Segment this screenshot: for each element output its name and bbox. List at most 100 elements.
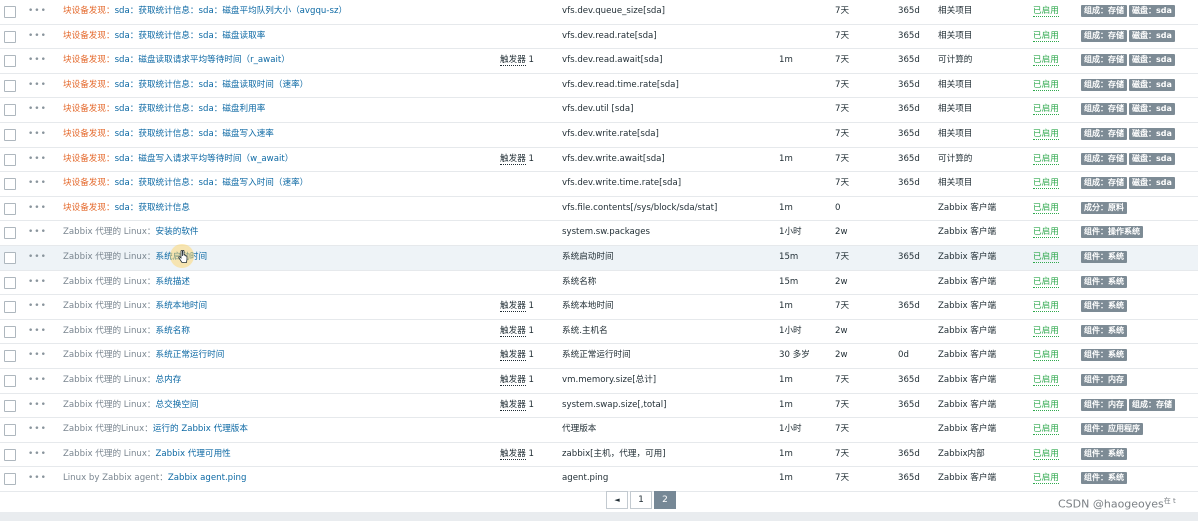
row-checkbox[interactable] [4,55,16,68]
item-name-link[interactable]: sda：获取统计信息：sda：磁盘写入速率 [115,129,274,139]
item-parent-link[interactable]: 块设备发现： [63,129,115,139]
row-checkbox[interactable] [4,251,16,264]
status-toggle-link[interactable]: 已启用 [1033,424,1059,436]
item-parent-link[interactable]: 块设备发现： [63,31,115,41]
tag-badge[interactable]: 组成：存储 [1129,398,1175,411]
status-toggle-link[interactable]: 已启用 [1033,55,1059,67]
triggers-link[interactable]: 触发器 [500,55,526,67]
tag-badge[interactable]: 磁盘：sda [1129,5,1175,17]
row-checkbox[interactable] [4,448,16,461]
tag-badge[interactable]: 磁盘：sda [1129,103,1175,116]
row-checkbox[interactable] [4,399,16,412]
status-toggle-link[interactable]: 已启用 [1033,202,1059,214]
item-name-link[interactable]: sda：获取统计信息 [115,203,190,213]
item-name-link[interactable]: sda：获取统计信息：sda：磁盘写入时间（速率） [115,178,309,188]
item-parent-link[interactable]: Zabbix 代理的 Linux： [63,449,156,459]
row-menu-button[interactable]: ••• [28,0,47,24]
row-menu-button[interactable]: ••• [28,320,47,344]
triggers-link[interactable]: 触发器 [500,325,526,337]
row-checkbox[interactable] [4,202,16,215]
item-name-link[interactable]: 系统本地时间 [156,301,208,311]
status-toggle-link[interactable]: 已启用 [1033,399,1059,411]
status-toggle-link[interactable]: 已启用 [1033,251,1059,263]
tag-badge[interactable]: 磁盘：sda [1129,78,1175,91]
tag-badge[interactable]: 成分：原料 [1081,201,1127,214]
tag-badge[interactable]: 组件：系统 [1081,472,1127,485]
item-parent-link[interactable]: Zabbix 代理的 Linux： [63,326,156,336]
status-toggle-link[interactable]: 已启用 [1033,6,1059,17]
status-toggle-link[interactable]: 已启用 [1033,448,1059,460]
item-parent-link[interactable]: 块设备发现： [63,55,115,65]
tag-badge[interactable]: 磁盘：sda [1129,177,1175,190]
row-checkbox[interactable] [4,374,16,387]
tag-badge[interactable]: 组成：存储 [1081,54,1127,67]
item-parent-link[interactable]: Zabbix 代理的 Linux： [63,277,156,287]
row-checkbox[interactable] [4,30,16,43]
row-menu-button[interactable]: ••• [28,295,47,319]
status-toggle-link[interactable]: 已启用 [1033,350,1059,362]
row-checkbox[interactable] [4,276,16,289]
row-checkbox[interactable] [4,104,16,117]
item-name-link[interactable]: sda：获取统计信息：sda：磁盘利用率 [115,104,266,114]
item-parent-link[interactable]: 块设备发现： [63,203,115,213]
item-name-link[interactable]: 总内存 [156,375,182,385]
item-parent-link[interactable]: Zabbix 代理的 Linux： [63,252,156,262]
status-toggle-link[interactable]: 已启用 [1033,153,1059,165]
status-toggle-link[interactable]: 已启用 [1033,128,1059,140]
tag-badge[interactable]: 组件：内存 [1081,398,1127,411]
status-toggle-link[interactable]: 已启用 [1033,374,1059,386]
row-menu-button[interactable]: ••• [28,271,47,295]
triggers-link[interactable]: 触发器 [500,301,526,313]
tag-badge[interactable]: 组成：存储 [1081,5,1127,17]
item-parent-link[interactable]: 块设备发现： [63,80,115,90]
status-toggle-link[interactable]: 已启用 [1033,30,1059,42]
page-2-button[interactable]: 2 [654,491,676,509]
tag-badge[interactable]: 组成：存储 [1081,103,1127,116]
row-menu-button[interactable]: ••• [28,221,47,245]
row-menu-button[interactable]: ••• [28,369,47,393]
row-menu-button[interactable]: ••• [28,123,47,147]
item-parent-link[interactable]: Zabbix 代理的 Linux： [63,400,156,410]
tag-badge[interactable]: 组成：存储 [1081,177,1127,190]
status-toggle-link[interactable]: 已启用 [1033,276,1059,288]
tag-badge[interactable]: 磁盘：sda [1129,152,1175,165]
tag-badge[interactable]: 组件：系统 [1081,349,1127,362]
row-menu-button[interactable]: ••• [28,148,47,172]
tag-badge[interactable]: 组成：存储 [1081,78,1127,91]
triggers-link[interactable]: 触发器 [500,350,526,362]
status-toggle-link[interactable]: 已启用 [1033,178,1059,190]
page-1-button[interactable]: 1 [630,491,652,509]
item-name-link[interactable]: Zabbix agent.ping [168,473,247,483]
status-toggle-link[interactable]: 已启用 [1033,79,1059,91]
status-toggle-link[interactable]: 已启用 [1033,301,1059,313]
row-menu-button[interactable]: ••• [28,197,47,221]
tag-badge[interactable]: 组成：存储 [1081,152,1127,165]
tag-badge[interactable]: 组件：内存 [1081,373,1127,386]
row-checkbox[interactable] [4,473,16,486]
row-checkbox[interactable] [4,325,16,338]
row-menu-button[interactable]: ••• [28,25,47,49]
item-name-link[interactable]: 安装的软件 [156,227,199,237]
item-parent-link[interactable]: 块设备发现： [63,6,115,16]
tag-badge[interactable]: 磁盘：sda [1129,29,1175,42]
row-menu-button[interactable]: ••• [28,443,47,467]
row-menu-button[interactable]: ••• [28,98,47,122]
item-name-link[interactable]: 系统描述 [156,277,190,287]
row-checkbox[interactable] [4,178,16,191]
status-toggle-link[interactable]: 已启用 [1033,227,1059,239]
row-checkbox[interactable] [4,424,16,437]
item-parent-link[interactable]: Zabbix 代理的 Linux： [63,301,156,311]
row-menu-button[interactable]: ••• [28,344,47,368]
tag-badge[interactable]: 组件：操作系统 [1081,226,1143,239]
row-menu-button[interactable]: ••• [28,394,47,418]
item-name-link[interactable]: 系统正常运行时间 [156,350,225,360]
triggers-link[interactable]: 触发器 [500,448,526,460]
item-parent-link[interactable]: Linux by Zabbix agent： [63,473,168,483]
status-toggle-link[interactable]: 已启用 [1033,473,1059,485]
item-name-link[interactable]: sda：磁盘写入请求平均等待时间（w_await） [115,154,294,164]
tag-badge[interactable]: 组件：应用程序 [1081,423,1143,436]
tag-badge[interactable]: 磁盘：sda [1129,54,1175,67]
row-menu-button[interactable]: ••• [28,467,47,491]
row-checkbox[interactable] [4,350,16,363]
row-checkbox[interactable] [4,128,16,141]
